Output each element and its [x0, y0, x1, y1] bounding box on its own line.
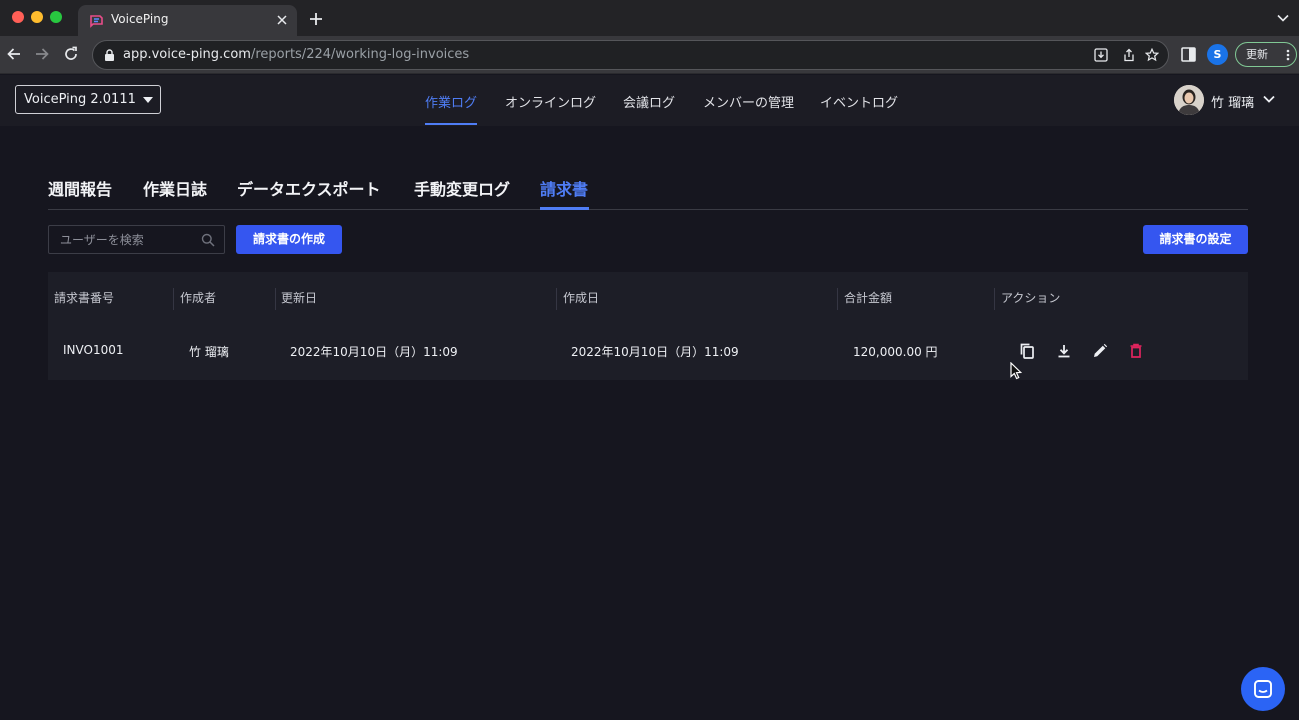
column-header-updated: 更新日 — [281, 291, 318, 305]
tab-weekly-report[interactable]: 週間報告 — [48, 176, 112, 200]
copy-icon[interactable] — [1018, 342, 1036, 360]
browser-profile-avatar[interactable]: S — [1207, 44, 1228, 65]
column-header-actions: アクション — [1001, 291, 1061, 305]
window-minimize-button[interactable] — [31, 11, 43, 23]
user-search-box — [48, 225, 225, 254]
nav-work-log[interactable]: 作業ログ — [425, 92, 477, 111]
workspace-name: VoicePing 2.0111 — [24, 92, 136, 107]
url-host: app.voice-ping.com — [123, 47, 251, 62]
tab-work-diary[interactable]: 作業日誌 — [143, 176, 207, 200]
app-header: VoicePing 2.0111 作業ログ オンラインログ 会議ログ メンバーの… — [0, 75, 1299, 126]
delete-icon[interactable] — [1127, 342, 1145, 360]
share-icon[interactable] — [1122, 48, 1136, 62]
column-separator — [275, 288, 276, 310]
download-icon[interactable] — [1055, 342, 1073, 360]
edit-icon[interactable] — [1091, 342, 1109, 360]
invoice-table: 請求書番号 作成者 更新日 作成日 合計金額 アクション INVO1001 竹 … — [48, 272, 1248, 380]
forward-arrow-icon[interactable] — [34, 46, 50, 62]
subtabs-divider — [48, 209, 1248, 210]
address-bar[interactable]: app.voice-ping.com/reports/224/working-l… — [92, 40, 1169, 70]
window-zoom-button[interactable] — [50, 11, 62, 23]
user-name[interactable]: 竹 瑠璃 — [1211, 92, 1254, 111]
nav-meeting-log[interactable]: 会議ログ — [623, 92, 675, 111]
update-label: 更新 — [1246, 48, 1268, 61]
column-header-author: 作成者 — [180, 291, 217, 305]
tab-invoices[interactable]: 請求書 — [540, 176, 588, 200]
column-separator — [173, 288, 174, 310]
url-path: /reports/224/working-log-invoices — [250, 47, 470, 62]
nav-active-indicator — [425, 123, 477, 125]
caret-down-icon — [143, 97, 153, 103]
nav-online-log[interactable]: オンラインログ — [505, 92, 596, 111]
tab-title: VoicePing — [111, 12, 169, 26]
table-row[interactable]: INVO1001 竹 瑠璃 2022年10月10日（月）11:09 2022年1… — [48, 326, 1248, 380]
reload-icon[interactable] — [63, 46, 79, 62]
chat-launcher-button[interactable] — [1241, 667, 1285, 711]
subtab-active-indicator — [540, 207, 589, 210]
tab-close-icon[interactable] — [276, 14, 288, 26]
chevron-down-icon[interactable] — [1263, 95, 1275, 103]
chat-icon — [1253, 679, 1273, 699]
cell-created: 2022年10月10日（月）11:09 — [571, 345, 739, 359]
tab-manual-change-log[interactable]: 手動変更ログ — [414, 176, 510, 200]
column-header-created: 作成日 — [563, 291, 600, 305]
tab-search-chevron-icon[interactable] — [1277, 14, 1289, 22]
back-arrow-icon[interactable] — [6, 46, 22, 62]
bookmark-star-icon[interactable] — [1145, 48, 1159, 62]
more-vert-icon[interactable] — [1286, 49, 1290, 61]
url-text: app.voice-ping.com/reports/224/working-l… — [123, 47, 469, 62]
column-header-total: 合計金額 — [844, 291, 893, 305]
workspace-select[interactable]: VoicePing 2.0111 — [15, 85, 161, 114]
column-separator — [556, 288, 557, 310]
column-separator — [994, 288, 995, 310]
browser-update-button[interactable]: 更新 — [1235, 42, 1297, 67]
side-panel-icon[interactable] — [1181, 47, 1196, 62]
user-avatar[interactable] — [1174, 85, 1204, 115]
tab-data-export[interactable]: データエクスポート — [237, 176, 381, 200]
user-search-input[interactable] — [49, 226, 199, 253]
browser-tab[interactable]: VoicePing — [78, 5, 297, 36]
column-separator — [837, 288, 838, 310]
install-app-icon[interactable] — [1094, 48, 1108, 62]
browser-toolbar: app.voice-ping.com/reports/224/working-l… — [0, 36, 1299, 74]
search-icon[interactable] — [201, 233, 215, 247]
invoice-settings-button[interactable]: 請求書の設定 — [1143, 225, 1248, 254]
cell-invoice-no: INVO1001 — [63, 343, 124, 357]
new-tab-plus-icon[interactable] — [309, 12, 323, 26]
create-invoice-button[interactable]: 請求書の作成 — [236, 225, 342, 254]
nav-event-log[interactable]: イベントログ — [820, 92, 898, 111]
browser-tabstrip: VoicePing — [0, 0, 1299, 36]
cell-updated: 2022年10月10日（月）11:09 — [290, 345, 458, 359]
cell-author: 竹 瑠璃 — [189, 345, 229, 359]
lock-icon[interactable] — [104, 49, 115, 61]
voiceping-favicon-icon — [89, 13, 104, 28]
nav-member-management[interactable]: メンバーの管理 — [703, 92, 794, 111]
cell-total: 120,000.00 円 — [853, 345, 938, 359]
mouse-cursor-icon — [1010, 362, 1022, 380]
column-header-invoice-no: 請求書番号 — [54, 291, 115, 305]
window-close-button[interactable] — [12, 11, 24, 23]
